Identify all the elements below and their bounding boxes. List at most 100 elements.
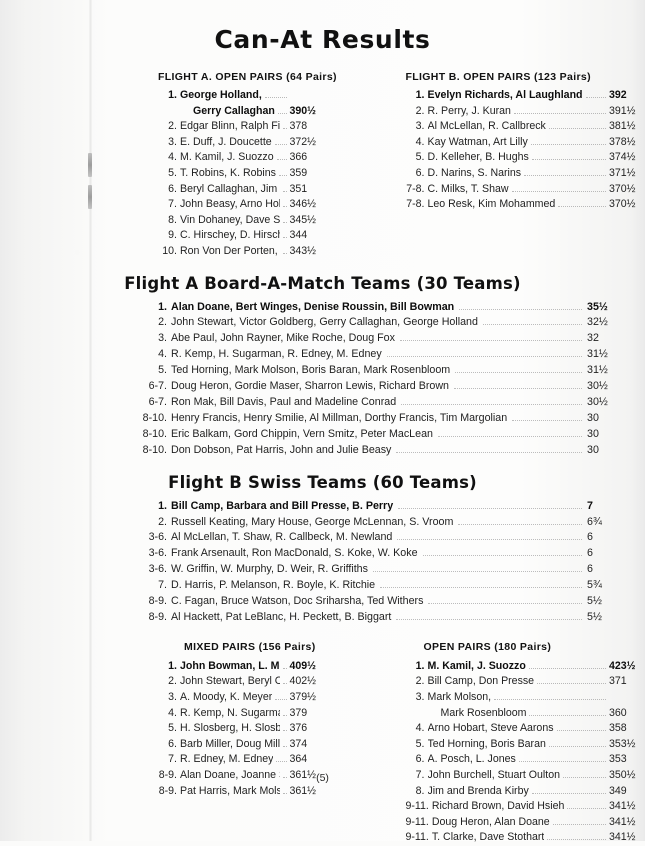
result-names: Eric Balkam, Gord Chippin, Vern Smitz, P… [171, 427, 433, 440]
result-score: 343½ [289, 244, 317, 257]
result-row: 1. Bill Camp, Barbara and Bill Presse, B.… [136, 499, 615, 515]
result-rank: 8-10. [142, 411, 167, 424]
page-content: Can-At Results FLIGHT A. OPEN PAIRS (64 … [0, 0, 645, 843]
result-row: 7.John Beasy, Arno Hobart 346½ [158, 197, 320, 213]
result-names: Doug Heron, Alan Doane [431, 815, 550, 828]
result-rank: 2. [158, 515, 167, 528]
leader-dots [282, 745, 287, 747]
open-pairs-list: 1. M. Kamil, J. Suozzo 423½ 2. Bill Camp, Do… [406, 659, 640, 846]
result-rank: 3-6. [148, 531, 167, 544]
open-pairs-section: OPEN PAIRS (180 Pairs) 1. M. Kamil, J. Su… [320, 641, 640, 846]
result-names: T. Robins, K. Robins [180, 166, 276, 179]
result-score: 358 [609, 722, 627, 735]
result-names: Barb Miller, Doug Miller [180, 737, 280, 750]
result-row: 5.H. Slosberg, H. Slosberg 376 [158, 721, 320, 737]
result-score: 351 [289, 182, 308, 195]
result-score: 6 [587, 531, 593, 544]
result-rank: 2. [168, 675, 177, 688]
result-names: Abe Paul, John Rayner, Mike Roche, Doug … [171, 332, 395, 345]
result-row: 4. Arno Hobart, Steve Aarons 358 [406, 721, 640, 737]
result-row: 8. Jim and Brenda Kirby 349 [406, 784, 640, 800]
result-rank: 3. [415, 691, 425, 704]
result-names: R. Perry, J. Kuran [427, 104, 511, 117]
result-names: Bill Camp, Barbara and Bill Presse, B. P… [171, 499, 394, 512]
leader-dots [282, 221, 287, 223]
result-score: 370½ [609, 198, 636, 211]
leader-dots [494, 698, 606, 701]
result-rank: 6-7. [148, 395, 167, 408]
result-names: C. Milks, T. Shaw [427, 182, 509, 195]
result-rank: 3. [415, 120, 425, 133]
leader-dots [455, 371, 582, 374]
result-names: Ron Mak, Bill Davis, Paul and Madeline C… [171, 395, 397, 408]
flight-a-bam-teams-title: Flight A Board-A-Match Teams (30 Teams) [124, 273, 521, 293]
result-rank: 1. [168, 659, 177, 672]
result-score: 30 [587, 411, 599, 424]
result-row: 3. Mark Molson, [406, 690, 640, 706]
result-names: D. Narins, S. Narins [427, 166, 522, 179]
result-score: 32 [587, 332, 599, 345]
result-row: Mark Rosenbloom 360 [406, 706, 640, 722]
leader-dots [558, 205, 606, 208]
result-score: 6 [587, 563, 593, 576]
result-row: 1. M. Kamil, J. Suozzo 423½ [406, 659, 640, 675]
flight-a-open-pairs-heading: FLIGHT A. OPEN PAIRS (64 Pairs) [158, 71, 337, 83]
result-names: Vin Dohaney, Dave Stothart [180, 213, 280, 226]
result-row: 8-10. Eric Balkam, Gord Chippin, Vern Smi… [136, 427, 615, 443]
result-score: 370½ [609, 182, 636, 195]
result-score: 381½ [609, 120, 636, 133]
result-names: Ted Horning, Boris Baran [427, 737, 546, 750]
result-names: John Beasy, Arno Hobart [180, 198, 280, 211]
leader-dots [277, 112, 287, 114]
result-names: John Stewart, Beryl Callaghan [180, 675, 280, 688]
leader-dots [531, 158, 606, 161]
result-rank: 3. [168, 691, 177, 704]
result-score: 30 [587, 427, 599, 440]
result-row: 1. Evelyn Richards, Al Laughland 392 [406, 88, 640, 104]
result-row: 7-8. Leo Resk, Kim Mohammed 370½ [406, 197, 640, 213]
result-rank: 5. [415, 737, 425, 750]
leader-dots [264, 96, 287, 98]
leader-dots [397, 538, 582, 541]
result-rank: 5. [158, 364, 167, 377]
result-rank: 7. [168, 198, 177, 211]
result-names: A. Posch, L. Jones [427, 753, 516, 766]
leader-dots [274, 143, 287, 145]
flight-b-open-pairs-heading: FLIGHT B. OPEN PAIRS (123 Pairs) [405, 71, 591, 83]
mixed-pairs-section: MIXED PAIRS (156 Pairs) 1. John Bowman, L… [0, 641, 320, 846]
result-rank: 6. [415, 166, 425, 179]
result-rank: 2. [415, 675, 425, 688]
result-row: 3. Al McLellan, R. Callbreck 381½ [406, 119, 640, 135]
result-score: 360 [609, 706, 627, 719]
result-row: 2. R. Perry, J. Kuran 391½ [406, 104, 640, 120]
result-row: 7. D. Harris, P. Melanson, R. Boyle, K. R… [136, 578, 615, 594]
leader-dots [386, 355, 582, 358]
result-names: John Stewart, Victor Goldberg, Gerry Cal… [171, 316, 478, 329]
leader-dots [552, 823, 606, 825]
bottom-pairs-columns: MIXED PAIRS (156 Pairs) 1. John Bowman, L… [0, 641, 645, 846]
result-rank: 4. [168, 706, 177, 719]
leader-dots [537, 682, 606, 685]
result-row: 5. Ted Horning, Mark Molson, Boris Baran,… [136, 363, 615, 379]
result-row: 8-9. Al Hackett, Pat LeBlanc, H. Peckett,… [136, 610, 615, 626]
leader-dots [380, 586, 582, 589]
result-score: 371½ [609, 166, 636, 179]
leader-dots [396, 451, 582, 453]
leader-dots [556, 729, 606, 732]
result-rank: 2. [415, 104, 425, 117]
result-rank: 7. [168, 753, 177, 766]
result-score: 390½ [289, 104, 317, 117]
result-rank: 6-7. [148, 380, 167, 393]
result-rank: 5. [168, 722, 177, 735]
result-score: 374½ [609, 151, 636, 164]
flight-b-swiss-teams-section: Flight B Swiss Teams (60 Teams) 1. Bill C… [0, 473, 645, 626]
result-score: 353½ [609, 737, 636, 750]
leader-dots [282, 252, 287, 254]
leader-dots [458, 523, 582, 525]
result-row: 3. A. Moody, K. Meyer 379½ [158, 690, 320, 706]
result-rank: 6. [168, 737, 177, 750]
leader-dots [276, 760, 287, 763]
result-row: 7-8. C. Milks, T. Shaw 370½ [406, 182, 640, 198]
result-rank: 1. [415, 89, 425, 101]
result-score: 391½ [609, 104, 636, 117]
